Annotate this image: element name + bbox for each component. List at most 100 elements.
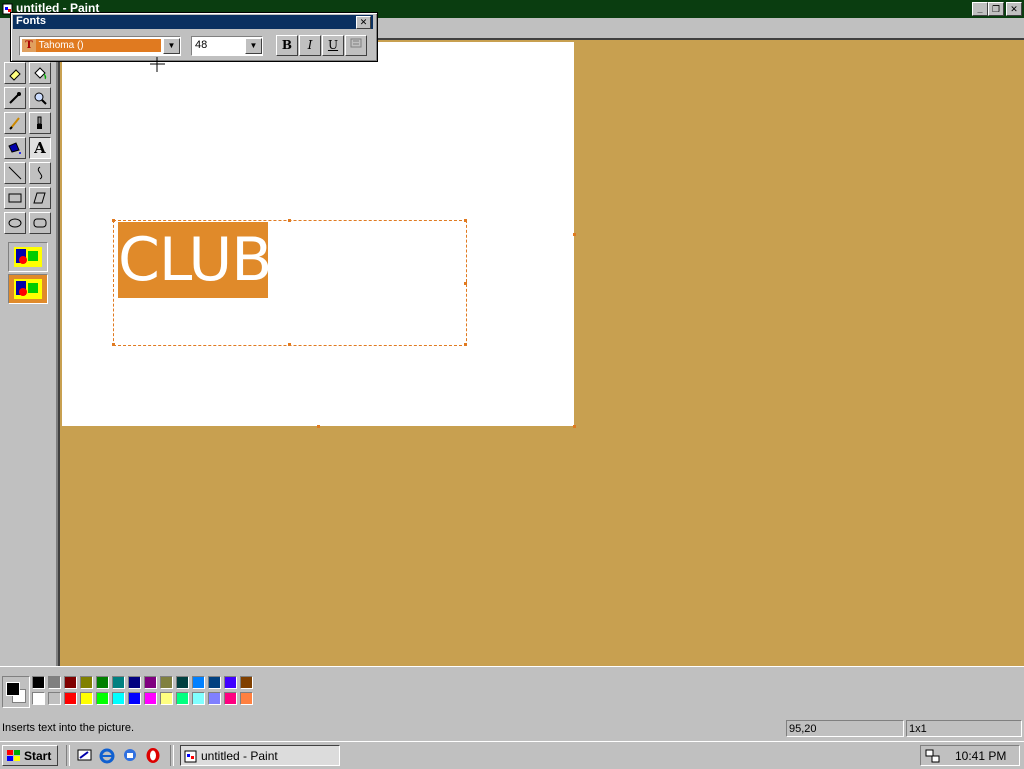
palette-color-swatch[interactable] bbox=[208, 692, 221, 705]
text-box-handle[interactable] bbox=[464, 219, 467, 222]
curve-tool[interactable] bbox=[29, 162, 51, 184]
palette-color-swatch[interactable] bbox=[48, 692, 61, 705]
fonts-close-button[interactable]: ✕ bbox=[356, 16, 371, 29]
rounded-rectangle-tool[interactable] bbox=[29, 212, 51, 234]
line-icon bbox=[8, 166, 22, 180]
ellipse-icon bbox=[8, 218, 22, 228]
fill-with-color-tool[interactable] bbox=[29, 62, 51, 84]
text-box-handle[interactable] bbox=[464, 282, 467, 285]
palette-color-swatch[interactable] bbox=[144, 676, 157, 689]
canvas-resize-handle-right[interactable] bbox=[573, 233, 576, 236]
status-coordinates: 95,20 bbox=[786, 720, 904, 737]
palette-color-swatch[interactable] bbox=[240, 692, 253, 705]
canvas-resize-handle-bottom[interactable] bbox=[317, 425, 320, 428]
palette-color-swatch[interactable] bbox=[224, 692, 237, 705]
status-bar: Inserts text into the picture. 95,20 1x1 bbox=[0, 718, 1024, 740]
text-tool-icon: A bbox=[34, 139, 46, 157]
paint-bucket-icon bbox=[34, 67, 47, 80]
paint-app-icon bbox=[184, 750, 197, 762]
fonts-toolbar: Fonts ✕ T Tahoma () ▼ 48 ▼ B I U bbox=[10, 12, 378, 62]
minimize-button[interactable]: _ bbox=[972, 2, 988, 16]
truetype-font-icon: T bbox=[22, 39, 36, 52]
palette-color-swatch[interactable] bbox=[160, 676, 173, 689]
palette-color-swatch[interactable] bbox=[192, 692, 205, 705]
opera-quicklaunch[interactable] bbox=[145, 747, 162, 764]
opaque-background-option[interactable] bbox=[8, 242, 48, 272]
foreground-color-swatch[interactable] bbox=[6, 682, 20, 696]
text-box-handle[interactable] bbox=[464, 343, 467, 346]
palette-color-swatch[interactable] bbox=[128, 692, 141, 705]
taskbar: Start untitled - Paint 10:41 PM bbox=[0, 741, 1024, 769]
palette-color-swatch[interactable] bbox=[160, 692, 173, 705]
palette-color-swatch[interactable] bbox=[176, 676, 189, 689]
close-button[interactable]: ✕ bbox=[1006, 2, 1022, 16]
brush-tool[interactable] bbox=[29, 112, 51, 134]
canvas-resize-handle-corner[interactable] bbox=[573, 425, 576, 428]
palette-color-swatch[interactable] bbox=[80, 692, 93, 705]
canvas-text-selection[interactable]: CLUB bbox=[118, 222, 272, 298]
crosshair-cursor bbox=[150, 57, 165, 72]
opera-icon bbox=[146, 748, 160, 763]
palette-color-swatch[interactable] bbox=[128, 676, 141, 689]
polygon-icon bbox=[33, 192, 46, 204]
fonts-toolbar-title: Fonts bbox=[16, 15, 46, 27]
outlook-express-quicklaunch[interactable] bbox=[122, 747, 139, 764]
show-desktop-quicklaunch[interactable] bbox=[76, 747, 93, 764]
bold-button[interactable]: B bbox=[276, 35, 298, 56]
line-tool[interactable] bbox=[4, 162, 26, 184]
rectangle-tool[interactable] bbox=[4, 187, 26, 209]
magnifier-tool[interactable] bbox=[29, 87, 51, 109]
network-tray-icon[interactable] bbox=[925, 748, 941, 767]
palette-color-swatch[interactable] bbox=[208, 676, 221, 689]
palette-color-swatch[interactable] bbox=[64, 676, 77, 689]
eraser-tool[interactable] bbox=[4, 62, 26, 84]
pencil-tool[interactable] bbox=[4, 112, 26, 134]
palette-color-swatch[interactable] bbox=[112, 676, 125, 689]
polygon-tool[interactable] bbox=[29, 187, 51, 209]
current-colors bbox=[2, 676, 30, 708]
palette-color-swatch[interactable] bbox=[144, 692, 157, 705]
palette-color-swatch[interactable] bbox=[192, 676, 205, 689]
palette-color-swatch[interactable] bbox=[96, 692, 109, 705]
text-box-handle[interactable] bbox=[112, 219, 115, 222]
text-box-handle[interactable] bbox=[288, 343, 291, 346]
font-name-select[interactable]: T Tahoma () ▼ bbox=[19, 36, 181, 56]
text-box-handle[interactable] bbox=[112, 343, 115, 346]
text-tool[interactable]: A bbox=[29, 137, 51, 159]
font-name-value: T Tahoma () bbox=[22, 39, 161, 52]
text-box-handle[interactable] bbox=[288, 219, 291, 222]
pick-color-tool[interactable] bbox=[4, 87, 26, 109]
palette-color-swatch[interactable] bbox=[96, 676, 109, 689]
system-tray: 10:41 PM bbox=[920, 745, 1020, 766]
ellipse-tool[interactable] bbox=[4, 212, 26, 234]
font-name-text: Tahoma () bbox=[38, 40, 84, 51]
vertical-text-button[interactable] bbox=[345, 35, 367, 56]
clock[interactable]: 10:41 PM bbox=[955, 749, 1006, 763]
taskbar-paint-button[interactable]: untitled - Paint bbox=[180, 745, 340, 766]
restore-button[interactable]: ❐ bbox=[988, 2, 1004, 16]
palette-color-swatch[interactable] bbox=[176, 692, 189, 705]
transparent-background-option[interactable] bbox=[8, 274, 48, 304]
palette-color-swatch[interactable] bbox=[112, 692, 125, 705]
font-name-dropdown-button[interactable]: ▼ bbox=[163, 38, 180, 54]
internet-explorer-quicklaunch[interactable] bbox=[99, 747, 116, 764]
palette-color-swatch[interactable] bbox=[32, 692, 45, 705]
opaque-background-icon bbox=[14, 247, 42, 267]
italic-button[interactable]: I bbox=[299, 35, 321, 56]
font-size-select[interactable]: 48 ▼ bbox=[191, 36, 263, 56]
desktop-icon bbox=[77, 749, 92, 761]
underline-button[interactable]: U bbox=[322, 35, 344, 56]
palette-color-swatch[interactable] bbox=[224, 676, 237, 689]
palette-color-swatch[interactable] bbox=[240, 676, 253, 689]
magnifier-icon bbox=[34, 92, 47, 105]
font-size-dropdown-button[interactable]: ▼ bbox=[245, 38, 262, 54]
rounded-rectangle-icon bbox=[33, 218, 47, 228]
palette-color-swatch[interactable] bbox=[32, 676, 45, 689]
palette-color-swatch[interactable] bbox=[80, 676, 93, 689]
fonts-toolbar-titlebar[interactable]: Fonts ✕ bbox=[13, 15, 373, 29]
palette-color-swatch[interactable] bbox=[64, 692, 77, 705]
airbrush-tool[interactable] bbox=[4, 137, 26, 159]
palette-color-swatch[interactable] bbox=[48, 676, 61, 689]
start-button[interactable]: Start bbox=[2, 745, 58, 766]
airbrush-icon bbox=[8, 142, 21, 154]
